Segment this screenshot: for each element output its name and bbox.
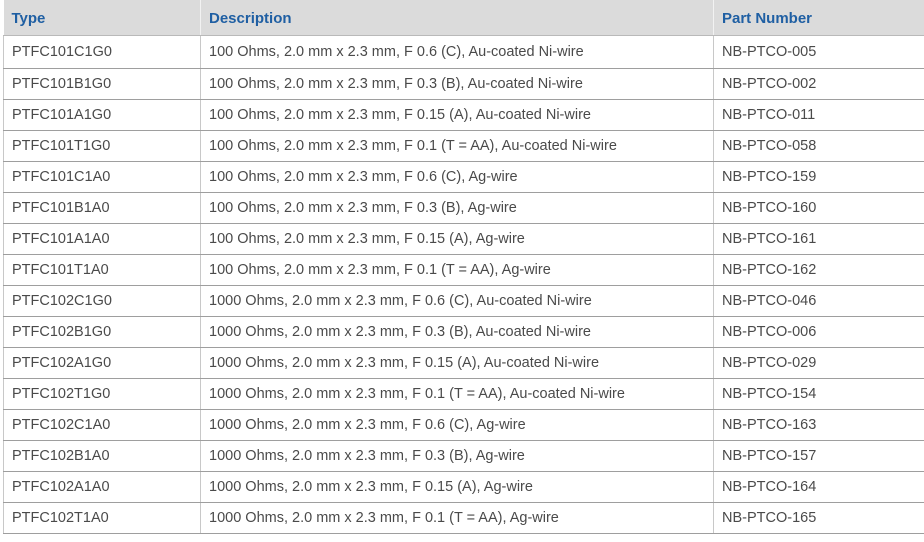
cell-type: PTFC101T1A0 bbox=[3, 254, 201, 286]
cell-type: PTFC102T1A0 bbox=[3, 502, 201, 534]
table-row: PTFC101T1G0 100 Ohms, 2.0 mm x 2.3 mm, F … bbox=[3, 130, 924, 162]
cell-type: PTFC102C1G0 bbox=[3, 285, 201, 317]
cell-description: 100 Ohms, 2.0 mm x 2.3 mm, F 0.3 (B), Ag… bbox=[200, 192, 714, 224]
cell-description: 1000 Ohms, 2.0 mm x 2.3 mm, F 0.1 (T = A… bbox=[200, 502, 714, 534]
cell-type: PTFC101B1A0 bbox=[3, 192, 201, 224]
table-row: PTFC102C1A0 1000 Ohms, 2.0 mm x 2.3 mm, F… bbox=[3, 409, 924, 441]
table-row: PTFC102C1G0 1000 Ohms, 2.0 mm x 2.3 mm, F… bbox=[3, 285, 924, 317]
product-table-container: Type Description Part Number PTFC101C1G0… bbox=[3, 0, 924, 534]
header-row: Type Description Part Number bbox=[3, 0, 924, 36]
table-row: PTFC102A1G0 1000 Ohms, 2.0 mm x 2.3 mm, F… bbox=[3, 347, 924, 379]
cell-description: 100 Ohms, 2.0 mm x 2.3 mm, F 0.6 (C), Au… bbox=[200, 35, 714, 69]
cell-part-number: NB-PTCO-058 bbox=[713, 130, 924, 162]
table-body: PTFC101C1G0 100 Ohms, 2.0 mm x 2.3 mm, F … bbox=[3, 35, 924, 534]
cell-description: 100 Ohms, 2.0 mm x 2.3 mm, F 0.3 (B), Au… bbox=[200, 68, 714, 100]
cell-description: 100 Ohms, 2.0 mm x 2.3 mm, F 0.1 (T = AA… bbox=[200, 254, 714, 286]
column-header-part-number: Part Number bbox=[713, 0, 924, 36]
cell-type: PTFC101T1G0 bbox=[3, 130, 201, 162]
table-row: PTFC102T1A0 1000 Ohms, 2.0 mm x 2.3 mm, F… bbox=[3, 502, 924, 534]
cell-part-number: NB-PTCO-163 bbox=[713, 409, 924, 441]
cell-type: PTFC102A1G0 bbox=[3, 347, 201, 379]
table-row: PTFC101C1A0 100 Ohms, 2.0 mm x 2.3 mm, F … bbox=[3, 161, 924, 193]
cell-type: PTFC101C1A0 bbox=[3, 161, 201, 193]
cell-description: 100 Ohms, 2.0 mm x 2.3 mm, F 0.15 (A), A… bbox=[200, 99, 714, 131]
cell-description: 1000 Ohms, 2.0 mm x 2.3 mm, F 0.3 (B), A… bbox=[200, 440, 714, 472]
cell-description: 1000 Ohms, 2.0 mm x 2.3 mm, F 0.3 (B), A… bbox=[200, 316, 714, 348]
cell-type: PTFC102B1G0 bbox=[3, 316, 201, 348]
cell-description: 1000 Ohms, 2.0 mm x 2.3 mm, F 0.15 (A), … bbox=[200, 347, 714, 379]
cell-type: PTFC101A1A0 bbox=[3, 223, 201, 255]
cell-part-number: NB-PTCO-005 bbox=[713, 35, 924, 69]
table-row: PTFC101C1G0 100 Ohms, 2.0 mm x 2.3 mm, F … bbox=[3, 35, 924, 69]
column-header-description: Description bbox=[200, 0, 714, 36]
table-header: Type Description Part Number bbox=[3, 0, 924, 36]
table-row: PTFC102B1G0 1000 Ohms, 2.0 mm x 2.3 mm, F… bbox=[3, 316, 924, 348]
cell-type: PTFC102A1A0 bbox=[3, 471, 201, 503]
table-row: PTFC101B1A0 100 Ohms, 2.0 mm x 2.3 mm, F … bbox=[3, 192, 924, 224]
cell-type: PTFC101B1G0 bbox=[3, 68, 201, 100]
cell-part-number: NB-PTCO-165 bbox=[713, 502, 924, 534]
table-row: PTFC101A1A0 100 Ohms, 2.0 mm x 2.3 mm, F … bbox=[3, 223, 924, 255]
cell-part-number: NB-PTCO-157 bbox=[713, 440, 924, 472]
cell-description: 1000 Ohms, 2.0 mm x 2.3 mm, F 0.6 (C), A… bbox=[200, 285, 714, 317]
table-row: PTFC101B1G0 100 Ohms, 2.0 mm x 2.3 mm, F … bbox=[3, 68, 924, 100]
cell-part-number: NB-PTCO-160 bbox=[713, 192, 924, 224]
cell-description: 100 Ohms, 2.0 mm x 2.3 mm, F 0.15 (A), A… bbox=[200, 223, 714, 255]
table-row: PTFC102T1G0 1000 Ohms, 2.0 mm x 2.3 mm, F… bbox=[3, 378, 924, 410]
cell-type: PTFC102T1G0 bbox=[3, 378, 201, 410]
table-row: PTFC101A1G0 100 Ohms, 2.0 mm x 2.3 mm, F … bbox=[3, 99, 924, 131]
cell-part-number: NB-PTCO-046 bbox=[713, 285, 924, 317]
cell-type: PTFC102B1A0 bbox=[3, 440, 201, 472]
cell-description: 1000 Ohms, 2.0 mm x 2.3 mm, F 0.6 (C), A… bbox=[200, 409, 714, 441]
cell-part-number: NB-PTCO-159 bbox=[713, 161, 924, 193]
cell-description: 100 Ohms, 2.0 mm x 2.3 mm, F 0.6 (C), Ag… bbox=[200, 161, 714, 193]
cell-part-number: NB-PTCO-161 bbox=[713, 223, 924, 255]
cell-type: PTFC101A1G0 bbox=[3, 99, 201, 131]
cell-part-number: NB-PTCO-029 bbox=[713, 347, 924, 379]
product-table: Type Description Part Number PTFC101C1G0… bbox=[3, 0, 924, 534]
cell-part-number: NB-PTCO-154 bbox=[713, 378, 924, 410]
cell-description: 1000 Ohms, 2.0 mm x 2.3 mm, F 0.1 (T = A… bbox=[200, 378, 714, 410]
cell-part-number: NB-PTCO-011 bbox=[713, 99, 924, 131]
cell-part-number: NB-PTCO-006 bbox=[713, 316, 924, 348]
cell-description: 100 Ohms, 2.0 mm x 2.3 mm, F 0.1 (T = AA… bbox=[200, 130, 714, 162]
cell-part-number: NB-PTCO-164 bbox=[713, 471, 924, 503]
cell-part-number: NB-PTCO-162 bbox=[713, 254, 924, 286]
cell-type: PTFC101C1G0 bbox=[3, 35, 201, 69]
table-row: PTFC102A1A0 1000 Ohms, 2.0 mm x 2.3 mm, F… bbox=[3, 471, 924, 503]
table-row: PTFC101T1A0 100 Ohms, 2.0 mm x 2.3 mm, F … bbox=[3, 254, 924, 286]
cell-description: 1000 Ohms, 2.0 mm x 2.3 mm, F 0.15 (A), … bbox=[200, 471, 714, 503]
table-row: PTFC102B1A0 1000 Ohms, 2.0 mm x 2.3 mm, F… bbox=[3, 440, 924, 472]
column-header-type: Type bbox=[3, 0, 201, 36]
cell-type: PTFC102C1A0 bbox=[3, 409, 201, 441]
cell-part-number: NB-PTCO-002 bbox=[713, 68, 924, 100]
